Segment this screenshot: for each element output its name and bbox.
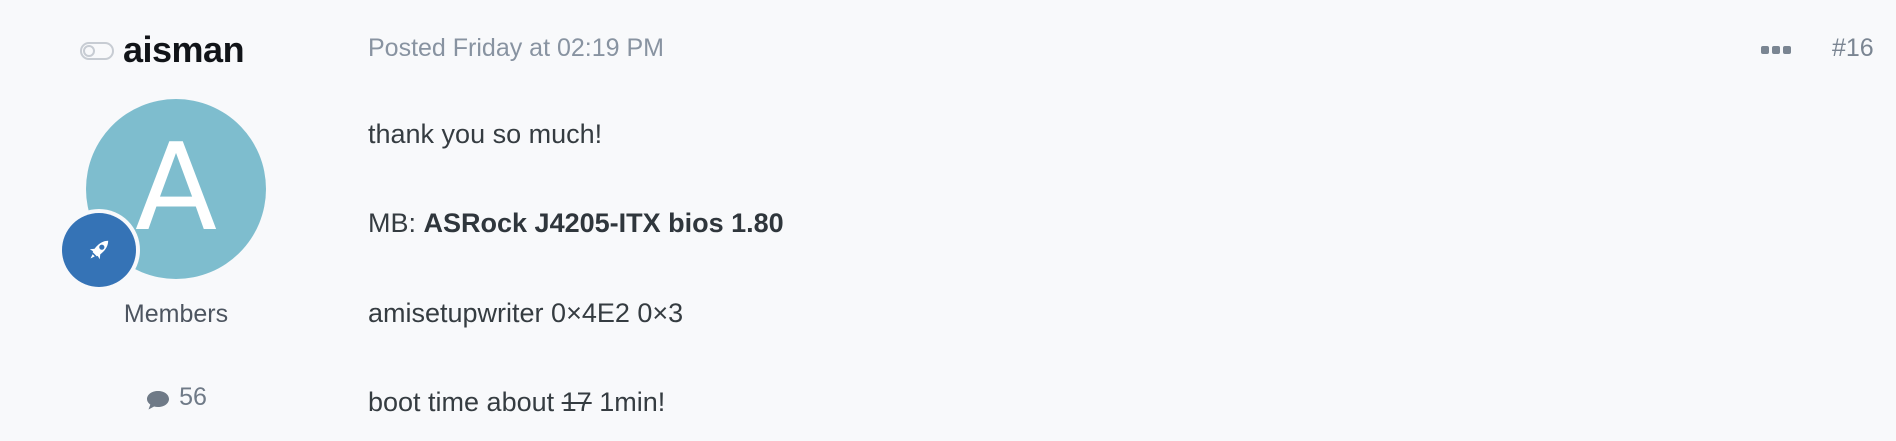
mb-label: MB: — [368, 208, 424, 238]
comment-icon — [147, 390, 170, 409]
post-line-command: amisetupwriter 0×4E2 0×3 — [368, 298, 684, 328]
post-count-value: 56 — [179, 383, 207, 411]
online-status-icon — [80, 42, 114, 60]
rocket-icon — [89, 240, 109, 260]
more-options-icon[interactable] — [1758, 38, 1794, 62]
boot-new-value: 1min! — [591, 387, 666, 417]
post-timestamp[interactable]: Posted Friday at 02:19 PM — [368, 34, 664, 63]
boot-old-value: 17 — [561, 387, 592, 417]
author-name[interactable]: aisman — [123, 29, 245, 71]
mb-value: ASRock J4205-ITX bios 1.80 — [423, 208, 784, 238]
post-line-thanks: thank you so much! — [368, 119, 603, 149]
post-count: 56 — [0, 383, 352, 412]
boot-prefix: boot time about — [368, 387, 562, 417]
member-group-label: Members — [123, 300, 229, 328]
author-panel: aisman A Members 56 — [0, 0, 352, 441]
rank-badge — [58, 209, 140, 291]
post-line-mb: MB: ASRock J4205-ITX bios 1.80 — [368, 208, 784, 239]
post-number-link[interactable]: #16 — [1832, 34, 1874, 63]
author-name-row: aisman — [80, 28, 245, 72]
post-line-boot: boot time about 17 1min! — [368, 387, 665, 418]
